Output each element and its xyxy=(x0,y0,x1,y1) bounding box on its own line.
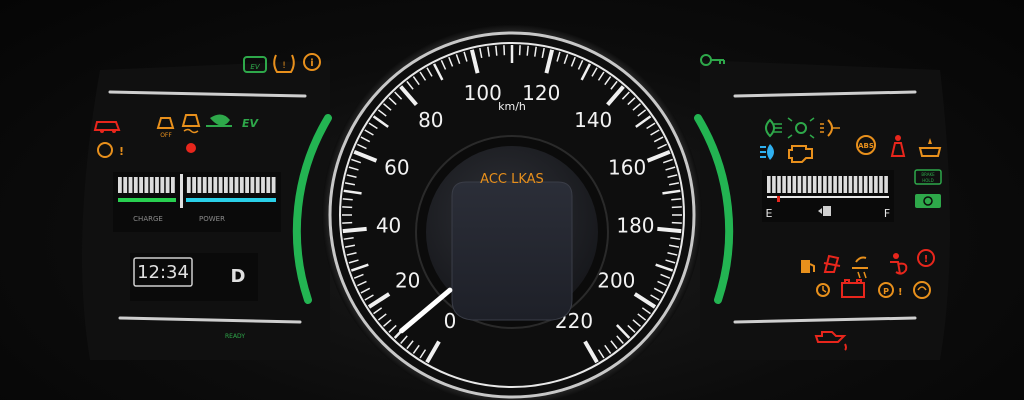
fuel-low-marker xyxy=(777,196,780,202)
multi-info-display xyxy=(451,181,573,321)
speed-label-60: 60 xyxy=(384,155,409,179)
major-tick xyxy=(342,226,367,234)
speed-label-160: 160 xyxy=(608,155,646,179)
minor-tick xyxy=(495,45,498,56)
svg-text:!: ! xyxy=(282,61,286,71)
speed-label-100: 100 xyxy=(464,81,502,105)
svg-text:HOLD: HOLD xyxy=(922,178,933,183)
svg-text:!: ! xyxy=(924,254,929,265)
gear-indicator: D xyxy=(231,266,246,287)
minor-tick xyxy=(671,198,682,201)
power-label: POWER xyxy=(199,215,225,223)
power-level-bar xyxy=(186,198,276,202)
charge-level-bar xyxy=(118,198,176,202)
instrument-cluster: 020406080100 120140160180200220 km/h ACC … xyxy=(82,25,950,400)
svg-text:ABS: ABS xyxy=(858,142,874,150)
auto-brake-hold-icon xyxy=(915,194,941,208)
svg-text:OFF: OFF xyxy=(160,132,172,139)
svg-text:EV: EV xyxy=(250,63,260,71)
speed-label-0: 0 xyxy=(444,309,457,333)
fuel-empty-label: E xyxy=(766,207,773,220)
svg-text:P: P xyxy=(883,287,889,296)
svg-text:BRAKE: BRAKE xyxy=(921,172,935,177)
ev-mode-indicator: EV xyxy=(242,117,260,130)
charge-label: CHARGE xyxy=(133,215,163,223)
speed-label-80: 80 xyxy=(418,108,443,132)
fuel-full-label: F xyxy=(884,207,890,220)
speed-label-40: 40 xyxy=(376,213,401,237)
speed-label-180: 180 xyxy=(616,213,654,237)
speed-label-140: 140 xyxy=(574,108,612,132)
svg-text:i: i xyxy=(310,58,313,69)
svg-text:!: ! xyxy=(898,287,903,298)
ready-indicator: READY xyxy=(225,333,245,340)
fuel-gauge: E F xyxy=(762,170,894,222)
red-dot-icon xyxy=(186,143,196,153)
speed-label-200: 200 xyxy=(597,269,635,293)
speed-label-120: 120 xyxy=(522,81,560,105)
charge-power-gauge: CHARGE POWER xyxy=(113,172,281,232)
speed-unit-label: km/h xyxy=(498,100,526,113)
minor-tick xyxy=(526,45,529,56)
speed-label-20: 20 xyxy=(395,269,420,293)
major-tick xyxy=(657,226,682,234)
svg-text:!: ! xyxy=(119,145,124,158)
acc-lkas-text: ACC LKAS xyxy=(480,172,544,187)
clock-display: 12:34 xyxy=(137,262,189,283)
minor-tick xyxy=(342,198,353,201)
